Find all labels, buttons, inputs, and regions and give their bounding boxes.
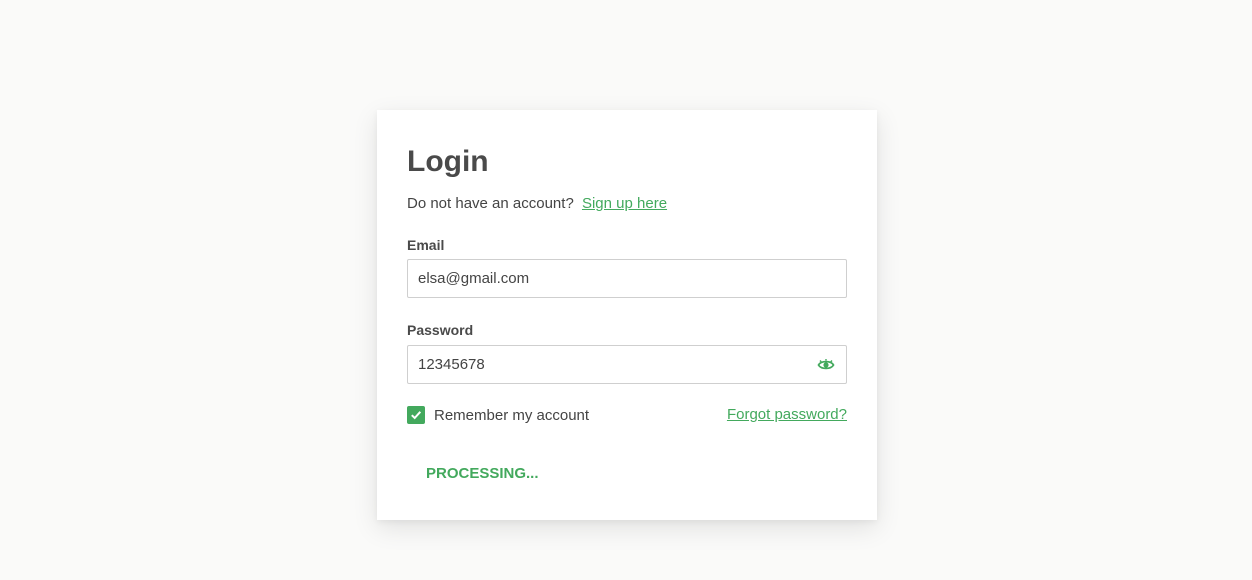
password-field[interactable] — [408, 346, 808, 383]
email-field[interactable] — [408, 260, 808, 297]
remember-checkbox[interactable] — [407, 406, 425, 424]
login-card: Login Do not have an account? Sign up he… — [377, 110, 877, 520]
password-label: Password — [407, 322, 474, 338]
page-title: Login — [407, 145, 489, 178]
submit-button[interactable]: PROCESSING... — [407, 456, 558, 492]
eye-icon[interactable] — [817, 356, 835, 374]
remember-row: Remember my account — [407, 406, 589, 424]
checkmark-icon — [411, 411, 422, 420]
signup-prompt-row: Do not have an account? Sign up here — [407, 194, 667, 214]
forgot-password-link[interactable]: Forgot password? — [727, 406, 847, 424]
email-field-container — [407, 259, 847, 298]
email-label: Email — [407, 237, 445, 253]
password-field-container — [407, 345, 847, 384]
signup-prompt-text: Do not have an account? — [407, 195, 574, 212]
remember-label: Remember my account — [434, 406, 590, 424]
signup-link[interactable]: Sign up here — [582, 195, 667, 212]
